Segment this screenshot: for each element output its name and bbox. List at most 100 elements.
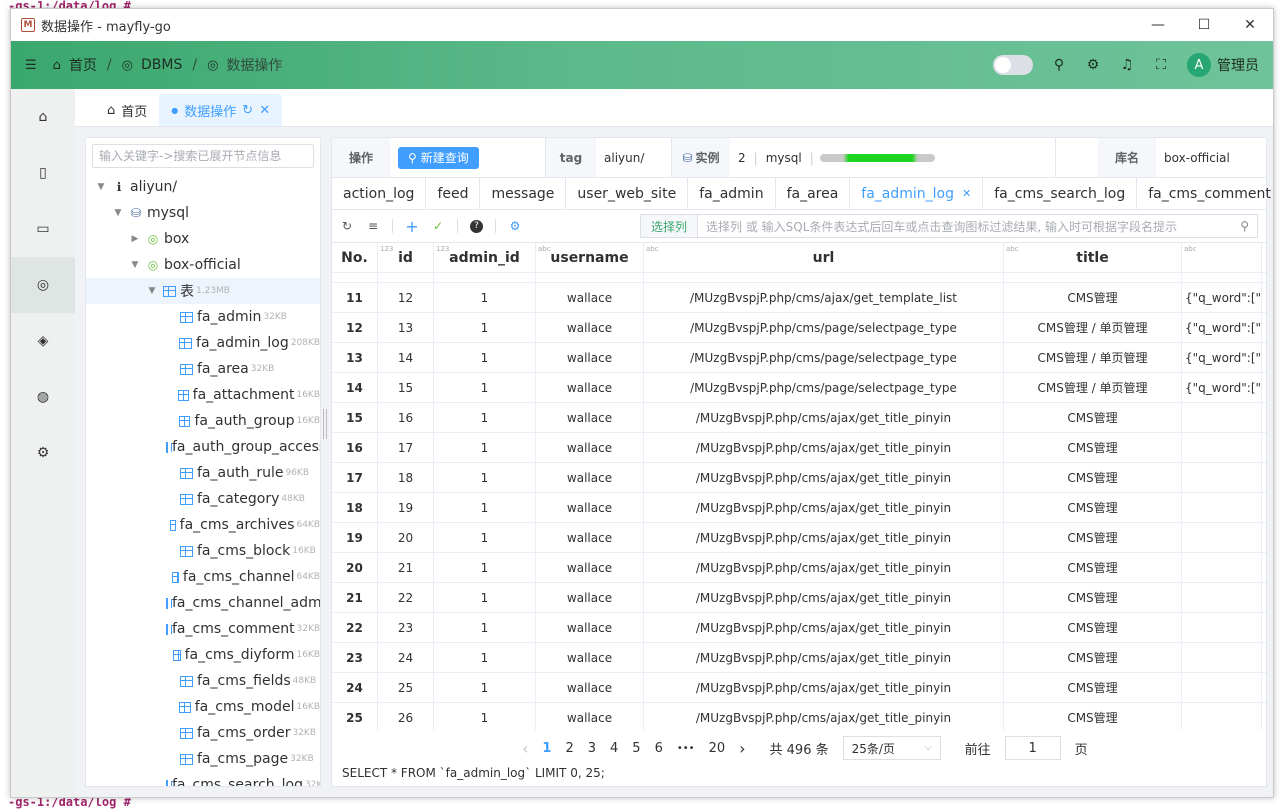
cell-username[interactable]: wallace [536, 463, 644, 492]
expand-arrow-icon[interactable]: ▼ [94, 182, 108, 192]
avatar[interactable]: A [1187, 53, 1211, 77]
cell-admin_id[interactable]: 1 [434, 553, 536, 582]
breadcrumb-dbms[interactable]: DBMS [141, 57, 182, 73]
tree-node[interactable]: fa_cms_search_log32KB [86, 772, 320, 786]
cell-admin_id[interactable]: 1 [434, 283, 536, 312]
help-icon[interactable]: ? [470, 219, 483, 233]
cell-title[interactable]: CMS管理 [1004, 613, 1182, 642]
page-number[interactable]: 1 [542, 741, 551, 756]
close-tab-icon[interactable]: ✕ [259, 103, 270, 118]
tree-node[interactable]: fa_auth_rule 96KB [86, 460, 320, 486]
cell-id[interactable]: 26 [378, 703, 434, 730]
cell-url[interactable]: /MUzgBvspjP.php/cms/ajax/get_title_pinyi… [644, 403, 1004, 432]
cell-username[interactable]: wallace [536, 283, 644, 312]
column-header[interactable]: abc username [536, 243, 644, 272]
page-number[interactable]: 2 [565, 741, 573, 756]
cell-no[interactable]: 13 [332, 343, 378, 372]
cell-id[interactable]: 22 [378, 583, 434, 612]
cell-no[interactable]: 14 [332, 373, 378, 402]
cell-url[interactable]: /MUzgBvspjP.php/cms/ajax/get_title_pinyi… [644, 673, 1004, 702]
cell-no[interactable]: 23 [332, 643, 378, 672]
columns-icon[interactable]: ≡ [366, 219, 380, 233]
cell-id[interactable]: 19 [378, 493, 434, 522]
tree-node[interactable]: fa_admin_log 208KB [86, 330, 320, 356]
cell-url[interactable]: /MUzgBvspjP.php/cms/ajax/get_title_pinyi… [644, 583, 1004, 612]
table-row[interactable]: 11 12 1 wallace/MUzgBvspjP.php/cms/ajax/get… [332, 283, 1266, 313]
tree-node[interactable]: fa_category 48KB [86, 486, 320, 512]
tree-node[interactable]: ▼ ◎ box-official [86, 252, 320, 278]
rail-monitor-icon[interactable]: ▭ [11, 201, 75, 257]
prev-page-button[interactable]: ‹ [522, 739, 528, 758]
cell-id[interactable]: 20 [378, 523, 434, 552]
cell-url[interactable]: /MUzgBvspjP.php/cms/ajax/get_title_pinyi… [644, 643, 1004, 672]
cell-url[interactable]: /MUzgBvspjP.php/cms/ajax/get_title_pinyi… [644, 433, 1004, 462]
tree-node[interactable]: ▼ ⛁ mysql [86, 200, 320, 226]
cell-id[interactable]: 23 [378, 613, 434, 642]
pager-ellipsis[interactable]: ••• [677, 743, 695, 754]
cell-no[interactable]: 11 [332, 283, 378, 312]
tree-node[interactable]: fa_auth_group 16KB [86, 408, 320, 434]
cell-admin_id[interactable]: 1 [434, 343, 536, 372]
cell-url[interactable]: /MUzgBvspjP.php/cms/ajax/get_title_pinyi… [644, 553, 1004, 582]
cell-no[interactable]: 17 [332, 463, 378, 492]
cell-admin_id[interactable]: 1 [434, 493, 536, 522]
page-last[interactable]: 20 [709, 741, 726, 756]
cell-url[interactable]: /MUzgBvspjP.php/cms/page/selectpage_type [644, 373, 1004, 402]
settings-icon[interactable]: ⚙ [508, 219, 522, 233]
cell-params[interactable] [1182, 493, 1262, 522]
table-row[interactable]: 24 25 1 wallace/MUzgBvspjP.php/cms/ajax/get… [332, 673, 1266, 703]
cell-params[interactable]: {"q_word":[""], [1182, 343, 1262, 372]
cell-url[interactable]: /MUzgBvspjP.php/cms/ajax/get_title_pinyi… [644, 613, 1004, 642]
cell-id[interactable]: 18 [378, 463, 434, 492]
cell-username[interactable]: wallace [536, 643, 644, 672]
table-tab[interactable]: fa_admin [688, 178, 776, 209]
cell-id[interactable]: 12 [378, 283, 434, 312]
cell-admin_id[interactable]: 1 [434, 583, 536, 612]
cell-no[interactable]: 25 [332, 703, 378, 730]
table-row[interactable]: 14 15 1 wallace/MUzgBvspjP.php/cms/page/sel… [332, 373, 1266, 403]
cell-id[interactable]: 24 [378, 643, 434, 672]
rail-database-icon[interactable]: ◎ [11, 257, 75, 313]
cell-params[interactable] [1182, 403, 1262, 432]
column-header[interactable]: 123 id [378, 243, 434, 272]
cell-no[interactable]: 24 [332, 673, 378, 702]
close-window-icon[interactable]: ✕ [1227, 9, 1273, 41]
cell-no[interactable]: 16 [332, 433, 378, 462]
tree-search-input[interactable]: 输入关键字->搜索已展开节点信息 [92, 144, 314, 168]
cell-admin_id[interactable]: 1 [434, 373, 536, 402]
column-header[interactable]: abc [1182, 243, 1262, 272]
cell-no[interactable]: 21 [332, 583, 378, 612]
cell-username[interactable]: wallace [536, 523, 644, 552]
cell-params[interactable]: {"q_word":[""], [1182, 313, 1262, 342]
tree-node[interactable]: fa_cms_order 32KB [86, 720, 320, 746]
menu-collapse-icon[interactable]: ☰ [25, 58, 37, 73]
cell-username[interactable]: wallace [536, 553, 644, 582]
tab-home[interactable]: ⌂ 首页 [95, 94, 159, 126]
cell-username[interactable]: wallace [536, 433, 644, 462]
cell-title[interactable]: CMS管理 [1004, 463, 1182, 492]
cell-title[interactable]: CMS管理 [1004, 403, 1182, 432]
cell-title[interactable]: CMS管理 [1004, 643, 1182, 672]
cell-admin_id[interactable]: 1 [434, 703, 536, 730]
gear-icon[interactable]: ⚙ [1085, 57, 1101, 73]
cell-username[interactable]: wallace [536, 313, 644, 342]
expand-arrow-icon[interactable]: ▼ [111, 208, 125, 218]
fullscreen-icon[interactable]: ⛶ [1153, 57, 1169, 73]
cell-url[interactable]: /MUzgBvspjP.php/cms/ajax/get_title_pinyi… [644, 463, 1004, 492]
cell-params[interactable] [1182, 703, 1262, 730]
cell-no[interactable]: 22 [332, 613, 378, 642]
tree-node[interactable]: fa_attachment 16KB [86, 382, 320, 408]
refresh-icon[interactable]: ↻ [242, 103, 253, 118]
add-row-icon[interactable]: + [405, 217, 419, 236]
rail-layers-icon[interactable]: ◈ [11, 313, 75, 369]
cell-params[interactable] [1182, 553, 1262, 582]
table-row[interactable]: 23 24 1 wallace/MUzgBvspjP.php/cms/ajax/get… [332, 643, 1266, 673]
username[interactable]: 管理员 [1217, 55, 1259, 75]
page-number[interactable]: 3 [588, 741, 596, 756]
cell-username[interactable]: wallace [536, 373, 644, 402]
cell-no[interactable]: 15 [332, 403, 378, 432]
select-column-button[interactable]: 选择列 [641, 215, 699, 237]
column-header[interactable]: abc url [644, 243, 1004, 272]
page-number[interactable]: 6 [655, 741, 663, 756]
cell-url[interactable]: /MUzgBvspjP.php/cms/ajax/get_title_pinyi… [644, 523, 1004, 552]
